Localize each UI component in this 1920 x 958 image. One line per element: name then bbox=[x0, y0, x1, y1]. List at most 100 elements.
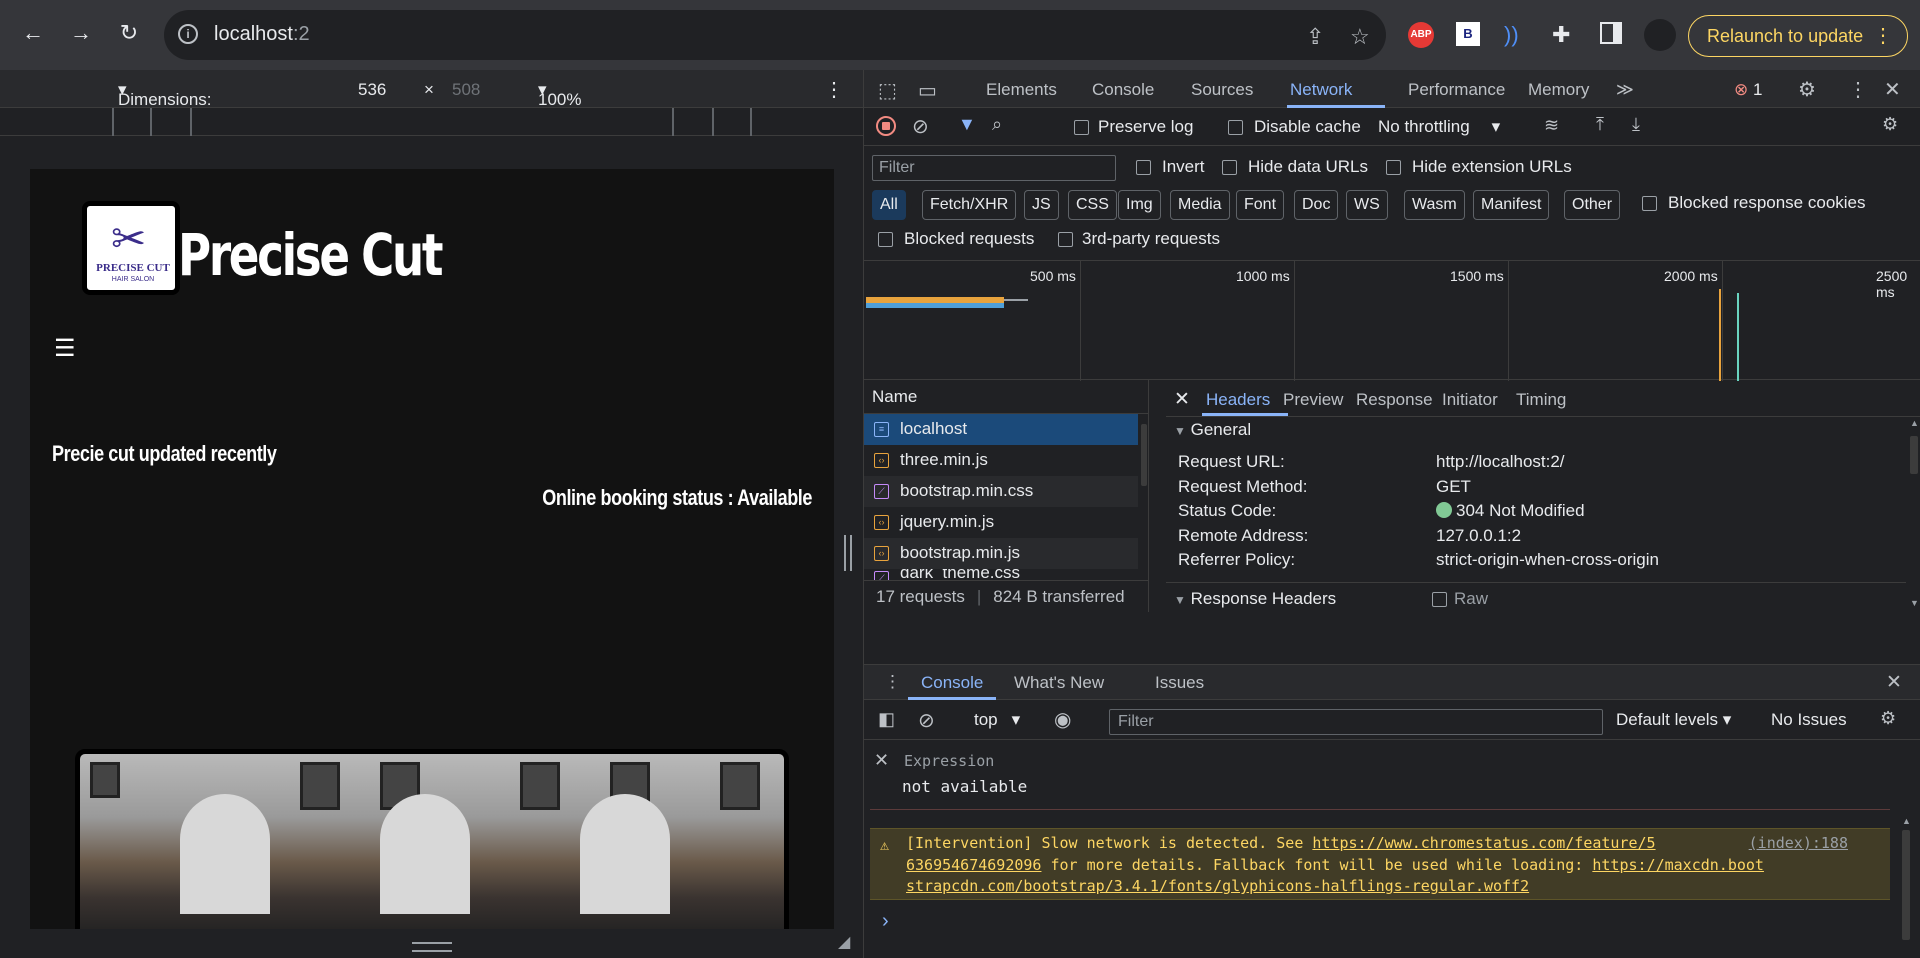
address-bar[interactable]: i localhost:2 ⇪ ☆ bbox=[164, 10, 1386, 60]
tab-sources[interactable]: Sources bbox=[1191, 80, 1253, 100]
tab-elements[interactable]: Elements bbox=[986, 80, 1057, 100]
record-stop-icon[interactable] bbox=[876, 116, 896, 136]
clear-icon[interactable]: ⊘ bbox=[912, 114, 929, 139]
export-har-icon[interactable]: ⤓ bbox=[1632, 114, 1640, 135]
settings-gear-icon[interactable]: ⚙ bbox=[1798, 77, 1816, 102]
devtools-more-icon[interactable]: ⋮ bbox=[1848, 77, 1868, 102]
side-panel-icon[interactable] bbox=[1600, 22, 1622, 44]
filter-js[interactable]: JS bbox=[1024, 190, 1059, 220]
back-button[interactable]: ← bbox=[18, 18, 48, 48]
filter-media[interactable]: Media bbox=[1170, 190, 1230, 220]
device-more-icon[interactable]: ⋮ bbox=[824, 77, 844, 102]
site-info-icon[interactable]: i bbox=[178, 24, 198, 44]
scroll-up-icon[interactable]: ▲ bbox=[1910, 418, 1919, 428]
source-location-link[interactable]: (index):188 bbox=[1749, 833, 1848, 855]
dimensions-dropdown[interactable]: Dimensions: Responsive ▾ bbox=[118, 80, 212, 129]
filter-css[interactable]: CSS bbox=[1068, 190, 1117, 220]
media-query-ruler[interactable] bbox=[0, 108, 863, 136]
font-url-link[interactable]: https://maxcdn.boot bbox=[1592, 856, 1764, 874]
request-row[interactable]: ‹› jquery.min.js bbox=[864, 507, 1138, 538]
expression-label[interactable]: Expression bbox=[904, 752, 994, 770]
network-filter-input[interactable]: Filter bbox=[872, 155, 1116, 181]
site-logo[interactable]: ✂ PRECISE CUT HAIR SALON bbox=[82, 201, 180, 295]
filter-fetch-xhr[interactable]: Fetch/XHR bbox=[922, 190, 1017, 220]
drawer-tab-issues[interactable]: Issues bbox=[1155, 673, 1204, 693]
console-clear-icon[interactable]: ⊘ bbox=[918, 708, 935, 733]
resize-handle-bottom[interactable] bbox=[412, 942, 452, 952]
zoom-dropdown[interactable]: 100% ▾ bbox=[538, 80, 581, 109]
console-sidebar-icon[interactable]: ◧ bbox=[878, 709, 895, 730]
close-drawer-icon[interactable]: ✕ bbox=[1886, 671, 1902, 694]
network-overview-timeline[interactable]: 500 ms 1000 ms 1500 ms 2000 ms 2500 ms bbox=[864, 260, 1920, 381]
raw-checkbox[interactable] bbox=[1432, 592, 1447, 607]
request-row[interactable]: ≡ localhost bbox=[864, 414, 1138, 445]
tab-performance[interactable]: Performance bbox=[1408, 80, 1505, 100]
tab-initiator[interactable]: Initiator bbox=[1442, 390, 1498, 410]
close-details-icon[interactable]: ✕ bbox=[1174, 388, 1190, 411]
request-row[interactable]: ⟋ dark_theme.css bbox=[864, 569, 1138, 580]
filter-ws[interactable]: WS bbox=[1346, 190, 1388, 220]
request-list-scrollbar[interactable] bbox=[1141, 424, 1147, 486]
log-levels-dropdown[interactable]: Default levels ▾ bbox=[1616, 710, 1731, 730]
search-icon[interactable]: ⌕ bbox=[992, 114, 1002, 135]
filter-manifest[interactable]: Manifest bbox=[1473, 190, 1550, 220]
drawer-menu-icon[interactable]: ⋮ bbox=[884, 672, 901, 692]
hide-extension-urls-checkbox[interactable] bbox=[1386, 160, 1401, 175]
remove-expression-icon[interactable]: ✕ bbox=[874, 750, 889, 771]
name-column-header[interactable]: Name bbox=[864, 380, 1149, 414]
width-input[interactable]: 536 bbox=[358, 80, 386, 100]
tab-headers[interactable]: Headers bbox=[1206, 390, 1270, 410]
resize-corner-icon[interactable]: ◢ bbox=[838, 932, 850, 952]
console-prompt[interactable]: › bbox=[882, 910, 889, 933]
bookmark-star-icon[interactable]: ☆ bbox=[1350, 24, 1370, 50]
error-badge[interactable]: ⊗ 1 bbox=[1734, 80, 1762, 100]
console-scrollbar[interactable] bbox=[1902, 830, 1910, 940]
tab-preview[interactable]: Preview bbox=[1283, 390, 1343, 410]
share-icon[interactable]: ⇪ bbox=[1306, 24, 1324, 50]
filter-img[interactable]: Img bbox=[1118, 190, 1161, 220]
chromestatus-link-cont[interactable]: 636954674692096 bbox=[906, 856, 1041, 874]
drawer-tab-whats-new[interactable]: What's New bbox=[1014, 673, 1104, 693]
forward-button[interactable]: → bbox=[66, 18, 96, 48]
tab-response[interactable]: Response bbox=[1356, 390, 1433, 410]
invert-checkbox[interactable] bbox=[1136, 160, 1151, 175]
disable-cache-checkbox[interactable] bbox=[1228, 120, 1243, 135]
network-settings-icon[interactable]: ⚙ bbox=[1882, 114, 1898, 135]
live-expression-eye-icon[interactable]: ◉ bbox=[1054, 707, 1071, 732]
request-row[interactable]: ‹› three.min.js bbox=[864, 445, 1138, 476]
filter-all[interactable]: All bbox=[872, 190, 906, 220]
preserve-log-checkbox[interactable] bbox=[1074, 120, 1089, 135]
device-toggle-icon[interactable]: ▭ bbox=[918, 78, 937, 103]
height-input[interactable]: 508 bbox=[452, 80, 480, 100]
issues-counter[interactable]: No Issues bbox=[1771, 710, 1847, 730]
audio-extension-icon[interactable]: )) bbox=[1504, 22, 1530, 48]
b-extension-icon[interactable]: B bbox=[1456, 22, 1480, 46]
filter-other[interactable]: Other bbox=[1564, 190, 1621, 220]
relaunch-button[interactable]: Relaunch to update ⋮ bbox=[1688, 15, 1908, 57]
import-har-icon[interactable]: ⤒ bbox=[1596, 114, 1604, 135]
tab-console[interactable]: Console bbox=[1092, 80, 1154, 100]
more-tabs-icon[interactable]: ≫ bbox=[1616, 80, 1634, 100]
request-row[interactable]: ⟋ bootstrap.min.css bbox=[864, 476, 1138, 507]
response-headers-toggle[interactable]: ▼ Response Headers bbox=[1174, 589, 1336, 609]
throttling-dropdown[interactable]: No throttling ▾ bbox=[1378, 117, 1500, 137]
general-section-toggle[interactable]: ▼ General bbox=[1174, 420, 1251, 440]
filter-doc[interactable]: Doc bbox=[1294, 190, 1339, 220]
reload-button[interactable]: ↻ bbox=[114, 18, 144, 48]
third-party-checkbox[interactable] bbox=[1058, 232, 1073, 247]
tab-memory[interactable]: Memory bbox=[1528, 80, 1589, 100]
console-scroll-up-icon[interactable]: ▲ bbox=[1902, 816, 1911, 826]
inspect-element-icon[interactable]: ⬚ bbox=[878, 78, 897, 103]
close-devtools-icon[interactable]: ✕ bbox=[1884, 77, 1901, 102]
tab-timing[interactable]: Timing bbox=[1516, 390, 1566, 410]
adblock-extension-icon[interactable]: ABP bbox=[1408, 22, 1434, 48]
blocked-response-cookies-checkbox[interactable] bbox=[1642, 196, 1657, 211]
hamburger-menu-icon[interactable]: ☰ bbox=[54, 334, 76, 363]
context-selector[interactable]: top ▾ bbox=[974, 710, 1020, 730]
blocked-requests-checkbox[interactable] bbox=[878, 232, 893, 247]
resize-handle-right[interactable] bbox=[844, 535, 852, 571]
request-row[interactable]: ‹› bootstrap.min.js bbox=[864, 538, 1138, 569]
tab-network[interactable]: Network bbox=[1290, 80, 1352, 100]
hide-data-urls-checkbox[interactable] bbox=[1222, 160, 1237, 175]
font-url-link-cont[interactable]: strapcdn.com/bootstrap/3.4.1/fonts/glyph… bbox=[906, 877, 1529, 895]
